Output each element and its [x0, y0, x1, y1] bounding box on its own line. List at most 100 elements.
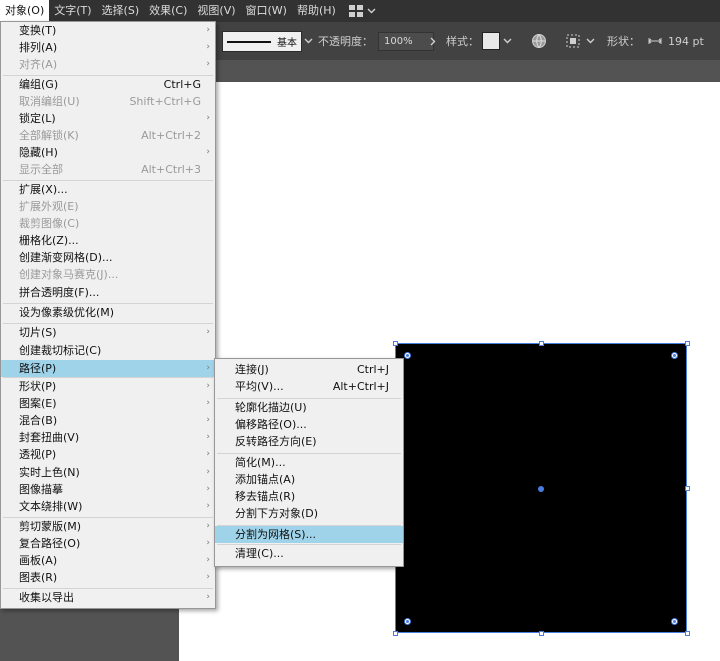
- resize-handle[interactable]: [684, 340, 690, 346]
- object-menu-item[interactable]: 锁定(L) ›: [1, 110, 215, 127]
- object-menu-item[interactable]: 透视(P) ›: [1, 446, 215, 463]
- shape-width-value[interactable]: 194 pt: [668, 22, 704, 60]
- object-menu-item[interactable]: 画板(A) ›: [1, 552, 215, 569]
- path-menu-item-label: 连接(J): [235, 363, 269, 376]
- recolor-artwork-button[interactable]: [531, 22, 547, 60]
- grid-icon: [348, 5, 363, 17]
- object-menu-item-label: 栅格化(Z)...: [19, 234, 79, 247]
- style-label: 样式：: [446, 35, 479, 48]
- path-menu-item[interactable]: 简化(M)...: [215, 454, 403, 471]
- stroke-line-preview: [227, 40, 271, 43]
- object-menu-item[interactable]: 切片(S) ›: [1, 324, 215, 341]
- menu-separator: [3, 377, 213, 378]
- resize-handle[interactable]: [392, 340, 398, 346]
- menu-help[interactable]: 帮助(H): [292, 0, 341, 22]
- chevron-right-icon: ›: [206, 484, 210, 494]
- object-menu-item[interactable]: 混合(B) ›: [1, 412, 215, 429]
- object-menu-item[interactable]: 扩展(X)...: [1, 181, 215, 198]
- path-menu-item[interactable]: 轮廓化描边(U): [215, 399, 403, 416]
- chevron-right-icon: ›: [206, 467, 210, 477]
- chevron-right-icon: ›: [206, 538, 210, 548]
- object-menu-item[interactable]: 栅格化(Z)...: [1, 232, 215, 249]
- object-menu-item-label: 显示全部: [19, 163, 63, 176]
- resize-handle[interactable]: [684, 630, 690, 636]
- menu-separator: [3, 588, 213, 589]
- object-menu-item[interactable]: 设为像素级优化(M): [1, 304, 215, 321]
- object-menu-item: 全部解锁(K) Alt+Ctrl+2: [1, 127, 215, 144]
- object-menu-item[interactable]: 路径(P) ›: [1, 360, 215, 377]
- menu-window[interactable]: 窗口(W): [241, 0, 292, 22]
- object-menu-item-label: 取消编组(U): [19, 95, 80, 108]
- path-menu-item[interactable]: 反转路径方向(E): [215, 433, 403, 450]
- object-menu-item[interactable]: 文本绕排(W) ›: [1, 498, 215, 515]
- path-menu-item-label: 平均(V)...: [235, 380, 284, 393]
- object-menu-item[interactable]: 封套扭曲(V) ›: [1, 429, 215, 446]
- object-menu-item[interactable]: 图表(R) ›: [1, 569, 215, 586]
- path-menu-item[interactable]: 连接(J) Ctrl+J: [215, 361, 403, 378]
- live-corner-widget[interactable]: [403, 617, 411, 625]
- object-menu-item[interactable]: 拼合透明度(F)...: [1, 284, 215, 301]
- object-menu-item[interactable]: 创建裁切标记(C): [1, 342, 215, 359]
- object-menu-item[interactable]: 变换(T) ›: [1, 22, 215, 39]
- object-menu-item[interactable]: 复合路径(O) ›: [1, 535, 215, 552]
- resize-handle[interactable]: [684, 485, 690, 491]
- object-menu-item-label: 图表(R): [19, 571, 58, 584]
- menu-separator: [3, 303, 213, 304]
- menu-separator: [217, 398, 401, 399]
- path-menu-item[interactable]: 分割为网格(S)...: [215, 526, 403, 543]
- object-menu-item-label: 拼合透明度(F)...: [19, 286, 100, 299]
- workspace-switcher[interactable]: [348, 5, 376, 17]
- resize-handle[interactable]: [538, 340, 544, 346]
- object-menu-item[interactable]: 隐藏(H) ›: [1, 144, 215, 161]
- object-menu-item-label: 变换(T): [19, 24, 57, 37]
- object-menu-item[interactable]: 图案(E) ›: [1, 395, 215, 412]
- object-menu-item: 对齐(A) ›: [1, 56, 215, 73]
- object-menu-item[interactable]: 形状(P) ›: [1, 378, 215, 395]
- object-menu-item-label: 形状(P): [19, 380, 57, 393]
- path-menu-item[interactable]: 移去锚点(R): [215, 488, 403, 505]
- path-menu-item[interactable]: 清理(C)...: [215, 545, 403, 562]
- object-menu-item-label: 文本绕排(W): [19, 500, 83, 513]
- object-menu-item[interactable]: 图像描摹 ›: [1, 481, 215, 498]
- path-menu-item[interactable]: 添加锚点(A): [215, 471, 403, 488]
- path-menu-item[interactable]: 偏移路径(O)...: [215, 416, 403, 433]
- opacity-field[interactable]: 100%: [378, 31, 434, 51]
- menu-effect[interactable]: 效果(C): [144, 0, 192, 22]
- object-menu-item-shortcut: Shift+Ctrl+G: [129, 95, 201, 108]
- opacity-arrow[interactable]: [430, 22, 436, 60]
- path-submenu: 连接(J) Ctrl+J 平均(V)... Alt+Ctrl+J 轮廓化描边(U) 偏移路…: [214, 358, 404, 567]
- object-menu-item[interactable]: 编组(G) Ctrl+G: [1, 76, 215, 93]
- path-menu-item[interactable]: 平均(V)... Alt+Ctrl+J: [215, 378, 403, 395]
- object-menu-item[interactable]: 剪切蒙版(M) ›: [1, 518, 215, 535]
- menu-object[interactable]: 对象(O): [0, 0, 50, 22]
- object-menu-item-shortcut: Alt+Ctrl+3: [141, 163, 201, 176]
- path-menu-item-shortcut: Ctrl+J: [356, 363, 389, 376]
- object-menu-item[interactable]: 创建渐变网格(D)...: [1, 249, 215, 266]
- object-menu-item-label: 创建对象马赛克(J)...: [19, 268, 119, 281]
- live-corner-widget[interactable]: [670, 617, 678, 625]
- menu-type[interactable]: 文字(T): [49, 0, 96, 22]
- object-menu-item-label: 复合路径(O): [19, 537, 81, 550]
- resize-handle[interactable]: [538, 630, 544, 636]
- object-menu-item-label: 封套扭曲(V): [19, 431, 80, 444]
- chevron-right-icon: ›: [206, 415, 210, 425]
- object-menu-item[interactable]: 实时上色(N) ›: [1, 464, 215, 481]
- menu-view[interactable]: 视图(V): [192, 0, 240, 22]
- object-menu-item[interactable]: 收集以导出 ›: [1, 589, 215, 606]
- menu-separator: [217, 453, 401, 454]
- object-menu-item[interactable]: 排列(A) ›: [1, 39, 215, 56]
- stroke-style-dropdown[interactable]: [304, 22, 313, 60]
- live-corner-widget[interactable]: [403, 351, 411, 359]
- object-menu: 变换(T) › 排列(A) › 对齐(A) › 编组(G) Ctrl+G 取消编组(U) Shif…: [0, 21, 216, 609]
- path-menu-item-shortcut: Alt+Ctrl+J: [332, 380, 389, 393]
- live-corner-widget[interactable]: [670, 351, 678, 359]
- menu-separator: [3, 517, 213, 518]
- menu-select[interactable]: 选择(S): [97, 0, 145, 22]
- align-button[interactable]: [566, 22, 595, 60]
- style-dropdown[interactable]: [503, 22, 512, 60]
- resize-handle[interactable]: [392, 630, 398, 636]
- path-menu-item[interactable]: 分割下方对象(D): [215, 505, 403, 522]
- graphic-style-swatch[interactable]: [482, 32, 500, 50]
- menu-separator: [3, 75, 213, 76]
- stroke-style-picker[interactable]: 基本: [222, 31, 302, 52]
